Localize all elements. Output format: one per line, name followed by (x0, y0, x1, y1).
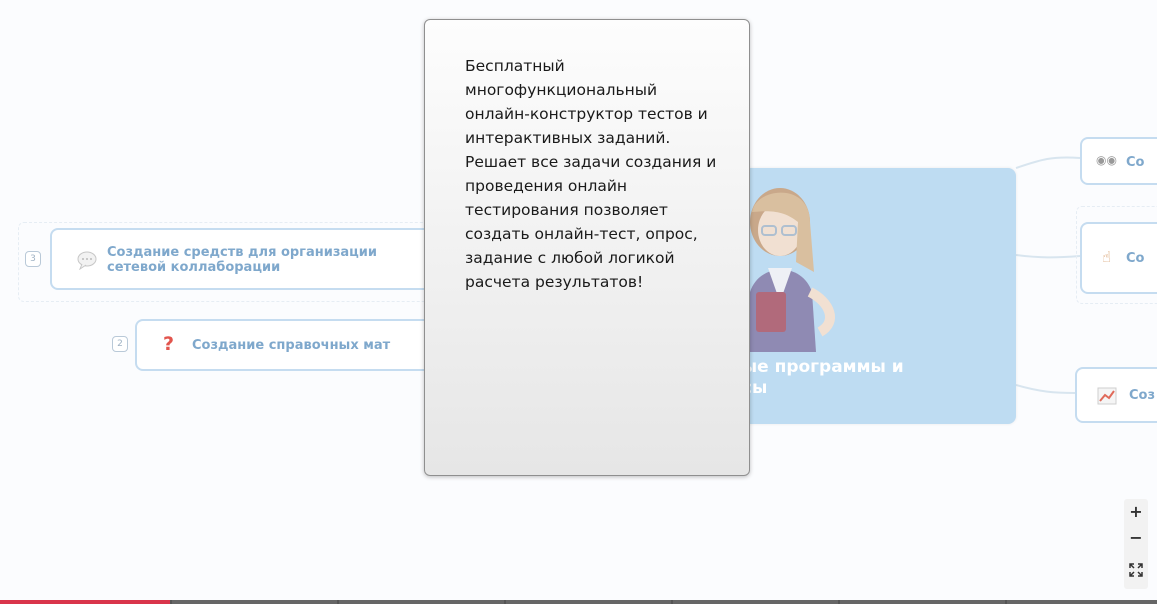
mindmap-node-right-1[interactable]: ◉◉ Со (1080, 137, 1157, 185)
mindmap-node-right-2[interactable]: ☝ Со (1080, 222, 1157, 294)
connector-right-1 (1015, 156, 1081, 169)
node-label: Со (1126, 251, 1145, 266)
woman-teacher-illustration (746, 188, 835, 352)
central-title-line-1: ные программы и (730, 357, 904, 377)
mindmap-canvas[interactable]: 3 Создание средств для организации сетев… (0, 0, 1157, 604)
central-node-title: ные программы и исы (730, 357, 1010, 399)
chart-icon (1097, 387, 1117, 405)
zoom-out-button[interactable]: − (1124, 527, 1148, 549)
zoom-controls: + − (1124, 499, 1148, 589)
node-badge: 3 (25, 251, 41, 267)
question-icon: ? (163, 333, 175, 355)
connector-right-3 (1015, 384, 1076, 394)
eyes-icon: ◉◉ (1096, 153, 1117, 167)
node-description-tooltip: Бесплатный многофункциональный онлайн-ко… (424, 19, 750, 476)
node-label: Создание средств для организации сетевой… (107, 245, 378, 275)
speech-bubble-icon (77, 251, 97, 270)
bottom-tab[interactable] (840, 600, 1005, 604)
node-label: Со (1126, 155, 1145, 170)
node-label: Соз (1129, 388, 1156, 403)
mindmap-node-reference[interactable]: ? Создание справочных мат (135, 319, 435, 371)
mindmap-node-collaboration[interactable]: Создание средств для организации сетевой… (50, 228, 450, 290)
tooltip-text: Бесплатный многофункциональный онлайн-ко… (465, 57, 717, 291)
bottom-tab-active[interactable] (0, 600, 170, 604)
node-label: Создание справочных мат (192, 338, 391, 353)
node-badge: 2 (112, 336, 128, 352)
fit-to-screen-icon (1129, 563, 1143, 577)
pointing-hand-icon: ☝ (1102, 248, 1112, 266)
bottom-tab[interactable] (172, 600, 337, 604)
mindmap-node-right-3[interactable]: Соз (1075, 367, 1157, 423)
zoom-in-button[interactable]: + (1124, 501, 1148, 523)
connector-right-2 (1015, 254, 1081, 259)
bottom-tab[interactable] (673, 600, 838, 604)
fit-to-screen-button[interactable] (1124, 559, 1148, 581)
bottom-tab[interactable] (1007, 600, 1157, 604)
bottom-tab[interactable] (339, 600, 504, 604)
bottom-tab[interactable] (506, 600, 671, 604)
